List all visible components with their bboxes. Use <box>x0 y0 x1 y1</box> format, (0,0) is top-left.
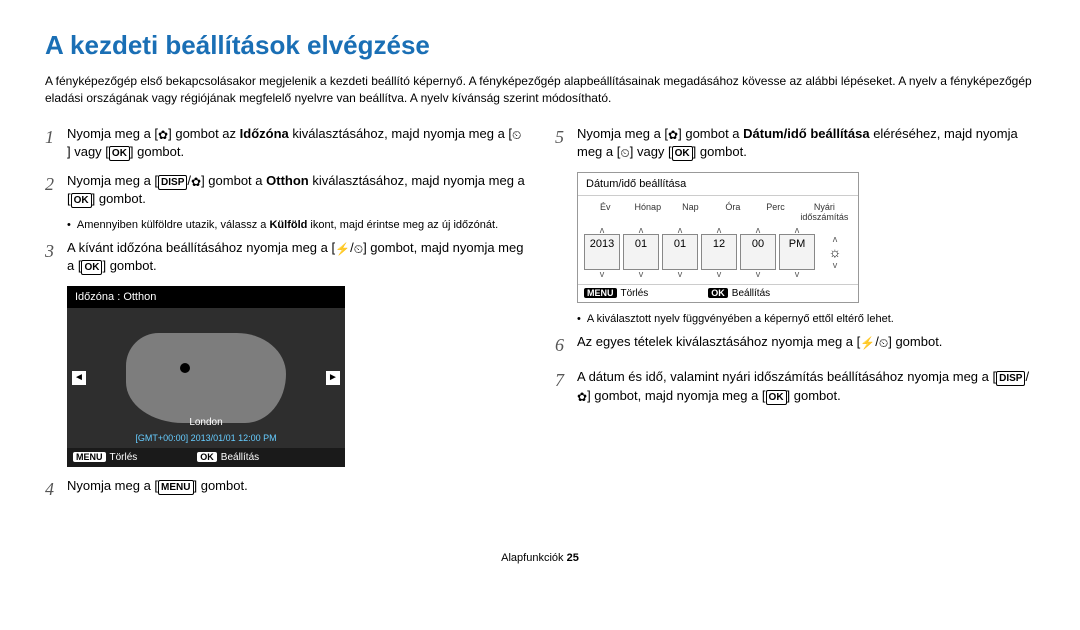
timer-icon <box>512 127 521 144</box>
step-number: 7 <box>555 368 577 405</box>
hour-spinner[interactable]: 12 <box>701 234 737 270</box>
disp-icon: DISP <box>996 371 1025 386</box>
step-number: 2 <box>45 172 67 209</box>
page-footer: Alapfunkciók 25 <box>45 552 1035 564</box>
ok-icon: OK <box>109 146 130 161</box>
ok-icon: OK <box>81 260 102 275</box>
cancel-label: Törlés <box>110 452 138 463</box>
timezone-title: Időzóna : Otthon <box>67 286 345 308</box>
city-label: London <box>67 417 345 428</box>
step-1: 1 Nyomja meg a [] gombot az Időzóna kivá… <box>45 125 525 162</box>
ok-icon: OK <box>708 288 728 298</box>
next-arrow[interactable]: ► <box>326 371 340 385</box>
intro-text: A fényképezőgép első bekapcsolásakor meg… <box>45 73 1035 107</box>
set-label: Beállítás <box>221 452 259 463</box>
sun-icon: ☼ <box>829 244 842 260</box>
ok-icon: OK <box>197 452 217 462</box>
step-7: 7 A dátum és idő, valamint nyári időszám… <box>555 368 1035 405</box>
flower-icon <box>158 127 168 144</box>
flower-icon <box>191 174 201 191</box>
step-2: 2 Nyomja meg a [DISP/] gombot a Otthon k… <box>45 172 525 209</box>
page-title: A kezdeti beállítások elvégzése <box>45 30 1035 61</box>
step-3: 3 A kívánt időzóna beállításához nyomja … <box>45 239 525 276</box>
dst-toggle[interactable]: ☼ <box>818 234 852 270</box>
datetime-panel: Dátum/idő beállítása Év Hónap Nap Óra Pe… <box>577 172 859 303</box>
flash-icon <box>335 241 350 258</box>
month-spinner[interactable]: 01 <box>623 234 659 270</box>
step-6: 6 Az egyes tételek kiválasztásához nyomj… <box>555 333 1035 358</box>
datetime-note: A kiválasztott nyelv függvényében a képe… <box>577 313 1035 325</box>
ampm-spinner[interactable]: PM <box>779 234 815 270</box>
disp-icon: DISP <box>158 175 187 190</box>
year-spinner[interactable]: 2013 <box>584 234 620 270</box>
step-number: 5 <box>555 125 577 163</box>
min-spinner[interactable]: 00 <box>740 234 776 270</box>
content-columns: 1 Nyomja meg a [] gombot az Időzóna kivá… <box>45 125 1035 512</box>
step-number: 6 <box>555 333 577 358</box>
world-map <box>126 333 286 423</box>
menu-icon: MENU <box>584 288 617 298</box>
right-column: 5 Nyomja meg a [] gombot a Dátum/idő beá… <box>555 125 1035 512</box>
left-column: 1 Nyomja meg a [] gombot az Időzóna kivá… <box>45 125 525 512</box>
step-2-bullet: Amennyiben külföldre utazik, válassz a K… <box>67 219 525 231</box>
step-4: 4 Nyomja meg a [MENU] gombot. <box>45 477 525 502</box>
menu-icon: MENU <box>158 480 193 495</box>
flash-icon <box>860 335 875 352</box>
timezone-panel: Időzóna : Otthon ◄ ► London [GMT+00:00] … <box>67 286 345 467</box>
step-number: 1 <box>45 125 67 162</box>
gmt-label: [GMT+00:00] 2013/01/01 12:00 PM <box>67 433 345 443</box>
step-number: 3 <box>45 239 67 276</box>
cancel-label: Törlés <box>621 288 649 299</box>
ok-icon: OK <box>766 390 787 405</box>
ok-icon: OK <box>672 146 693 161</box>
timer-icon <box>620 145 629 162</box>
step-5: 5 Nyomja meg a [] gombot a Dátum/idő beá… <box>555 125 1035 163</box>
timer-icon <box>354 241 363 258</box>
step-number: 4 <box>45 477 67 502</box>
flower-icon <box>668 127 678 144</box>
datetime-title: Dátum/idő beállítása <box>578 173 858 196</box>
flower-icon <box>577 389 587 406</box>
set-label: Beállítás <box>732 288 770 299</box>
timer-icon <box>879 335 888 352</box>
menu-icon: MENU <box>73 452 106 462</box>
day-spinner[interactable]: 01 <box>662 234 698 270</box>
prev-arrow[interactable]: ◄ <box>72 371 86 385</box>
timezone-map: ◄ ► London [GMT+00:00] 2013/01/01 12:00 … <box>67 308 345 448</box>
ok-icon: OK <box>71 193 92 208</box>
